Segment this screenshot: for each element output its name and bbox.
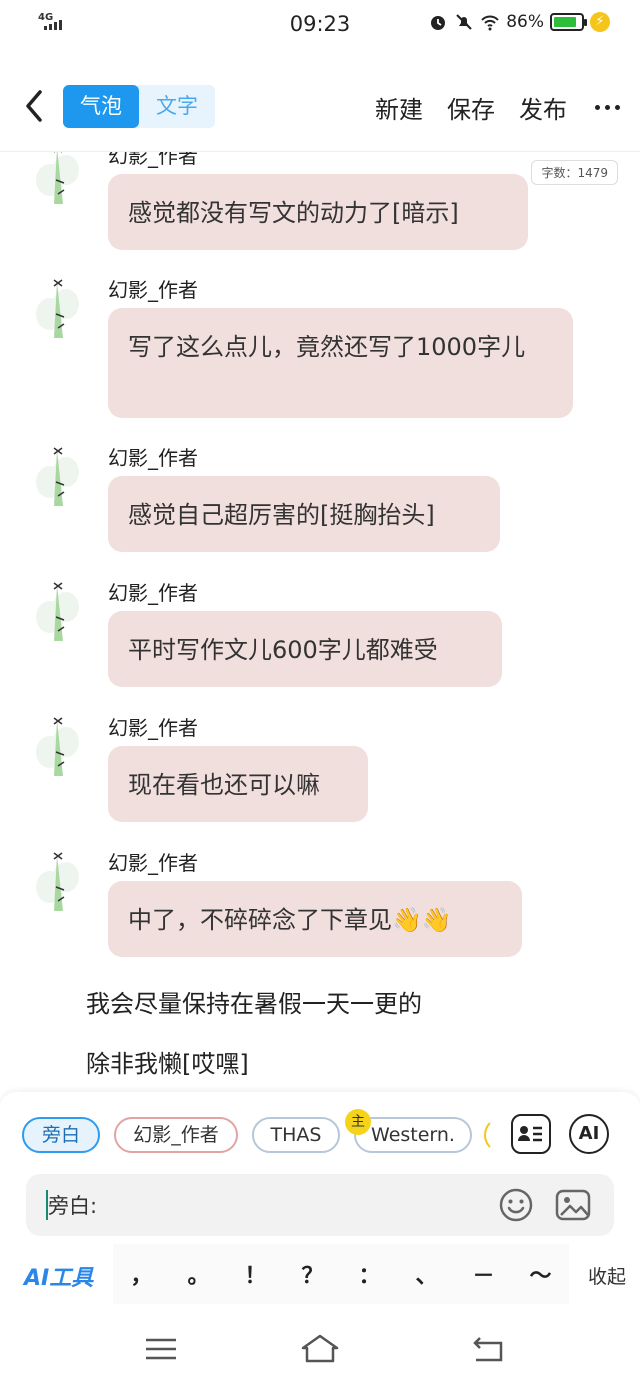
sender-name: 幻影_作者 <box>108 716 198 740</box>
sender-name: 幻影_作者 <box>108 278 198 302</box>
avatar[interactable] <box>30 577 86 645</box>
message-bubble[interactable]: 感觉都没有写文的动力了[暗示] <box>108 174 528 250</box>
avatar[interactable] <box>30 712 86 780</box>
sender-name: 幻影_作者 <box>108 152 198 168</box>
image-icon[interactable] <box>554 1187 592 1223</box>
menu-icon[interactable] <box>141 1332 181 1366</box>
avatar[interactable] <box>30 442 86 510</box>
punct-colon[interactable]: ： <box>352 1258 388 1290</box>
narration-line[interactable]: 除非我懒[哎嘿] <box>86 1044 249 1079</box>
sender-name: 幻影_作者 <box>108 581 198 605</box>
top-bar: 气泡 文字 新建 保存 发布 <box>0 64 640 152</box>
system-nav-bar <box>0 1310 640 1387</box>
ai-tools-button[interactable]: AI工具 <box>24 1260 93 1292</box>
role-chip-narrator[interactable]: 旁白 <box>22 1117 100 1153</box>
sender-name: 幻影_作者 <box>108 446 198 470</box>
punct-period[interactable]: 。 <box>181 1258 217 1290</box>
battery-percent: 86% <box>506 12 544 32</box>
ai-button[interactable]: AI <box>569 1114 609 1154</box>
more-icon[interactable] <box>595 105 620 110</box>
avatar[interactable] <box>30 274 86 342</box>
quick-toolbar: AI工具 ， 。 ！ ？ ： 、 － ～ 收起 <box>0 1244 640 1304</box>
narration-line[interactable]: 我会尽量保持在暑假一天一更的 <box>86 984 422 1019</box>
punct-exclamation[interactable]: ！ <box>238 1258 274 1290</box>
back-icon[interactable] <box>20 86 50 126</box>
message-bubble[interactable]: 现在看也还可以嘛 <box>108 746 368 822</box>
message-input[interactable]: 旁白: <box>48 1190 97 1220</box>
save-button[interactable]: 保存 <box>447 90 495 125</box>
battery-icon <box>550 13 587 31</box>
chat-area[interactable]: 字数：1479 幻影_作者 感觉都没有写文的动力了[暗示] 幻影_作者 写了这么… <box>0 152 640 1092</box>
sender-name: 幻影_作者 <box>108 851 198 875</box>
avatar[interactable] <box>30 152 86 208</box>
role-chip-western[interactable]: Western. <box>354 1117 472 1153</box>
publish-button[interactable]: 发布 <box>519 90 567 125</box>
back-nav-icon[interactable] <box>468 1332 508 1366</box>
avatar[interactable] <box>30 847 86 915</box>
role-chip-partial[interactable] <box>484 1117 492 1153</box>
punct-question[interactable]: ？ <box>295 1258 331 1290</box>
message-bubble[interactable]: 写了这么点儿，竟然还写了1000字儿 <box>108 308 573 418</box>
home-icon[interactable] <box>300 1332 340 1366</box>
punctuation-bar: ， 。 ！ ？ ： 、 － ～ <box>113 1244 569 1304</box>
role-selector: 旁白 幻影_作者 THAS Western. <box>22 1117 492 1157</box>
emoji-icon[interactable] <box>498 1187 534 1223</box>
wifi-icon <box>481 15 499 31</box>
message-bubble[interactable]: 感觉自己超厉害的[挺胸抬头] <box>108 476 500 552</box>
word-count-badge: 字数：1479 <box>531 160 618 185</box>
mode-toggle: 气泡 文字 <box>63 85 215 128</box>
message-bubble[interactable]: 平时写作文儿600字儿都难受 <box>108 611 502 687</box>
message-bubble[interactable]: 中了，不碎碎念了下章见👋👋 <box>108 881 522 957</box>
status-bar: 4G 09:23 86% ⚡ <box>0 0 640 50</box>
mute-icon <box>456 14 472 30</box>
host-badge: 主 <box>345 1109 371 1135</box>
punct-dash[interactable]: － <box>466 1258 502 1290</box>
tab-bubble[interactable]: 气泡 <box>63 85 139 128</box>
character-card-icon[interactable] <box>511 1114 551 1154</box>
charging-icon: ⚡ <box>590 12 610 32</box>
role-chip-thas[interactable]: THAS <box>252 1117 340 1153</box>
punct-tilde[interactable]: ～ <box>523 1258 559 1290</box>
tab-text[interactable]: 文字 <box>139 85 215 128</box>
alarm-icon <box>431 16 446 30</box>
collapse-button[interactable]: 收起 <box>588 1262 626 1289</box>
input-panel: 旁白 幻影_作者 THAS Western. AI 旁白: AI工具 ， 。 ！… <box>0 1092 640 1310</box>
new-button[interactable]: 新建 <box>375 90 423 125</box>
role-chip-author[interactable]: 幻影_作者 <box>114 1117 238 1153</box>
message-input-box[interactable]: 旁白: <box>26 1174 614 1236</box>
punct-enumeration-comma[interactable]: 、 <box>409 1258 445 1290</box>
punct-comma[interactable]: ， <box>124 1258 160 1290</box>
